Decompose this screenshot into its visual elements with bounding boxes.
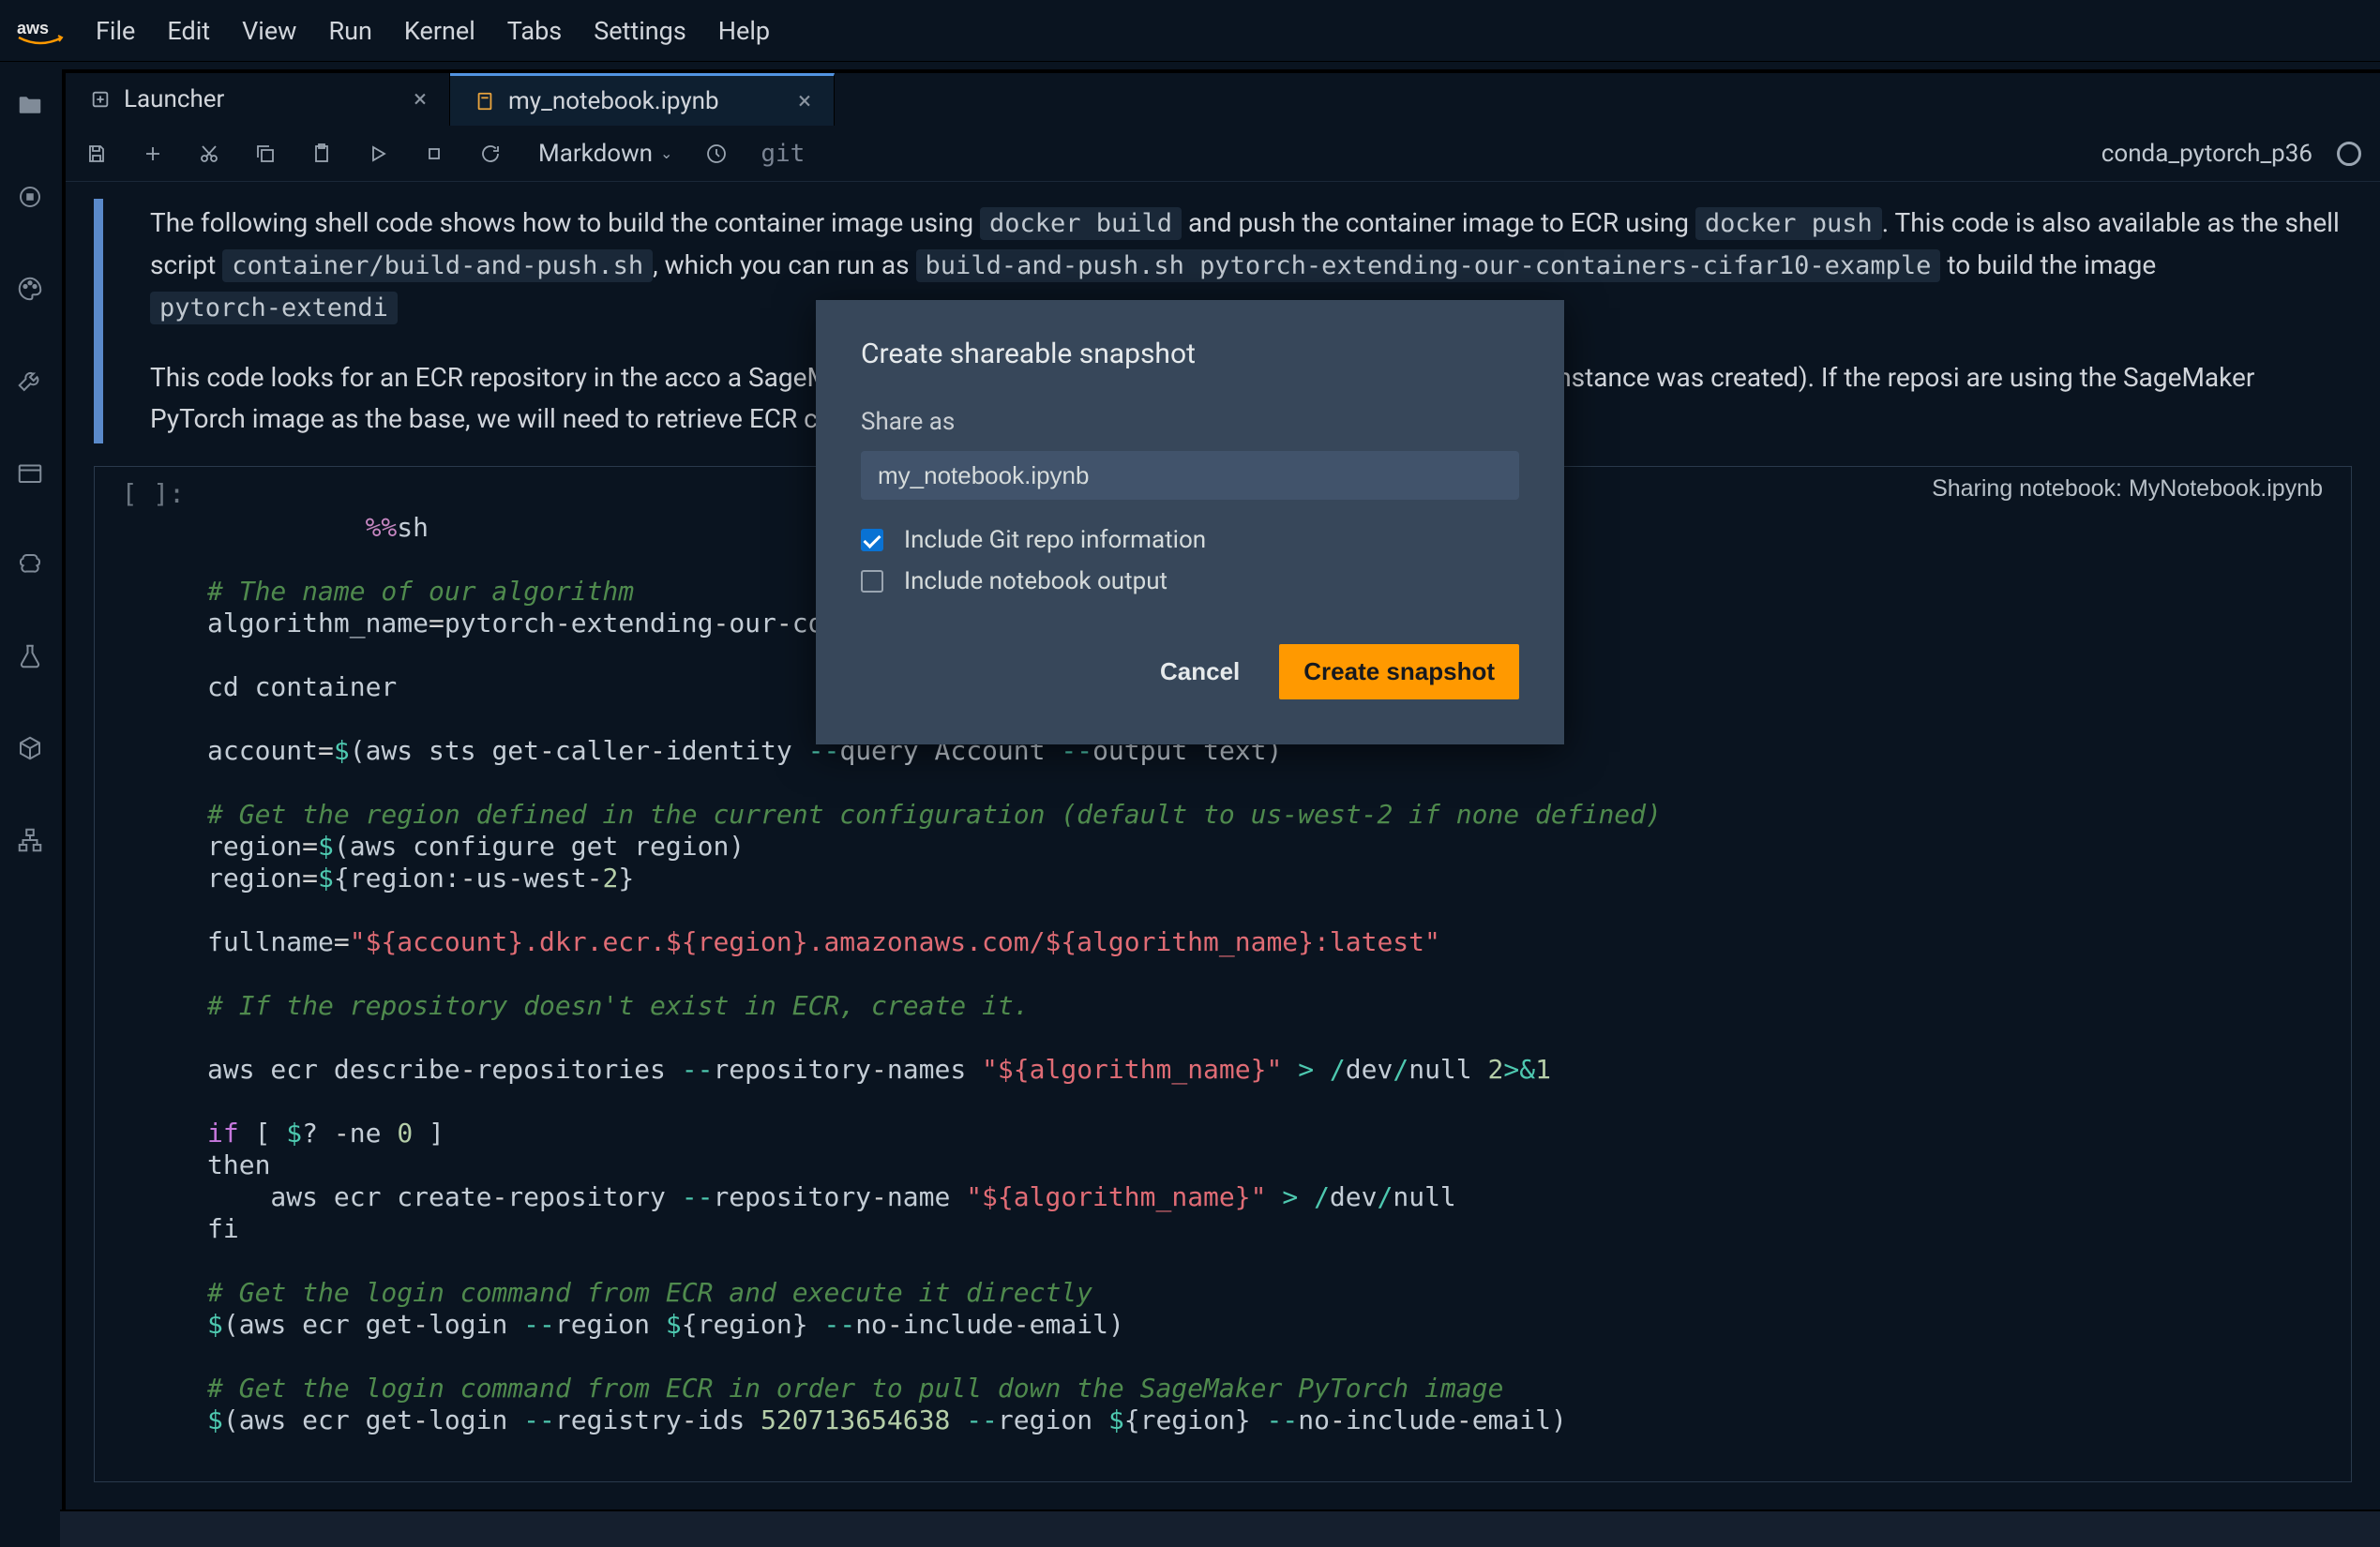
tab-notebook[interactable]: my_notebook.ipynb × (450, 73, 835, 126)
menu-file[interactable]: File (96, 16, 135, 46)
brain-icon[interactable] (15, 549, 45, 579)
folder-icon[interactable] (15, 90, 45, 120)
cut-icon[interactable] (197, 142, 221, 166)
menu-kernel[interactable]: Kernel (404, 16, 475, 46)
share-as-input[interactable] (861, 451, 1519, 500)
include-output-checkbox[interactable] (861, 570, 883, 593)
menu-bar: aws File Edit View Run Kernel Tabs Setti… (0, 0, 2380, 62)
status-bar (60, 1509, 2380, 1547)
tab-launcher[interactable]: Launcher × (66, 73, 450, 126)
notebook-icon (474, 91, 495, 112)
share-as-label: Share as (861, 408, 1519, 436)
menu-run[interactable]: Run (328, 16, 371, 46)
run-icon[interactable] (366, 142, 390, 166)
share-status: Sharing notebook: MyNotebook.ipynb (1932, 473, 2323, 504)
menu-edit[interactable]: Edit (167, 16, 210, 46)
chevron-down-icon: ⌄ (660, 144, 672, 162)
palette-icon[interactable] (15, 274, 45, 304)
menu-help[interactable]: Help (718, 16, 770, 46)
modal-title: Create shareable snapshot (861, 338, 1519, 370)
cube-icon[interactable] (15, 733, 45, 763)
git-button[interactable]: git (761, 140, 805, 168)
menu-view[interactable]: View (242, 16, 296, 46)
cancel-button[interactable]: Cancel (1152, 644, 1247, 699)
tabs-icon[interactable] (15, 458, 45, 488)
save-icon[interactable] (84, 142, 109, 166)
flask-icon[interactable] (15, 641, 45, 671)
wrench-icon[interactable] (15, 366, 45, 396)
share-icon[interactable] (704, 142, 729, 166)
restart-icon[interactable] (478, 142, 503, 166)
snapshot-modal: Create shareable snapshot Share as Inclu… (816, 300, 1564, 744)
kernel-indicator-icon[interactable] (2337, 142, 2361, 166)
add-icon[interactable] (141, 142, 165, 166)
copy-icon[interactable] (253, 142, 278, 166)
kernel-name[interactable]: conda_pytorch_p36 (2101, 140, 2312, 168)
launcher-icon (90, 89, 111, 110)
create-snapshot-button[interactable]: Create snapshot (1279, 644, 1519, 699)
cell-type-select[interactable]: Markdown ⌄ (538, 140, 672, 168)
left-sidebar (0, 62, 60, 1547)
tab-label: Launcher (124, 85, 400, 113)
include-git-label: Include Git repo information (904, 526, 1206, 554)
svg-text:aws: aws (17, 19, 49, 38)
main-area: Launcher × my_notebook.ipynb × Markdown … (62, 69, 2380, 1547)
menu-settings[interactable]: Settings (594, 16, 686, 46)
network-icon[interactable] (15, 825, 45, 855)
include-output-label: Include notebook output (904, 567, 1167, 595)
close-icon[interactable]: × (798, 87, 811, 115)
stop-icon[interactable] (422, 142, 446, 166)
tab-strip: Launcher × my_notebook.ipynb × (66, 73, 2380, 126)
close-icon[interactable]: × (414, 85, 427, 113)
cell-prompt: [ ]: (95, 467, 198, 1481)
aws-logo: aws (17, 17, 64, 45)
toolbar: Markdown ⌄ git conda_pytorch_p36 (66, 126, 2380, 182)
tab-label: my_notebook.ipynb (508, 87, 785, 115)
paste-icon[interactable] (309, 142, 334, 166)
cell-type-label: Markdown (538, 140, 653, 168)
running-icon[interactable] (15, 182, 45, 212)
include-git-checkbox[interactable] (861, 529, 883, 551)
menu-tabs[interactable]: Tabs (507, 16, 562, 46)
